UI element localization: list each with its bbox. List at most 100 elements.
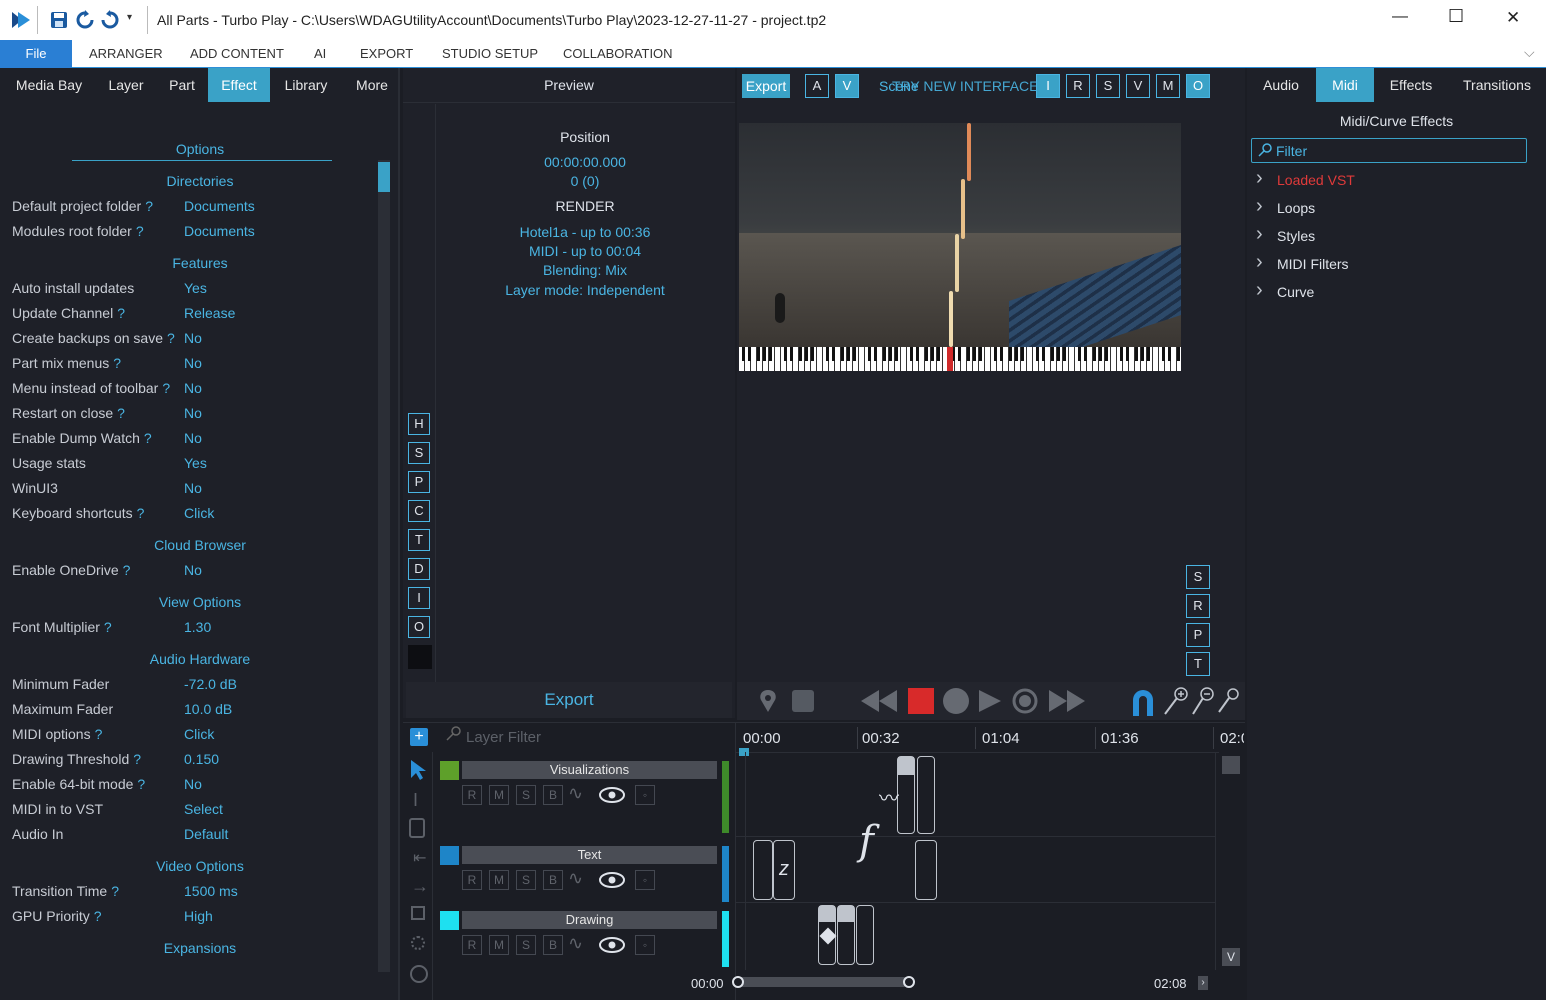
scroll-right-icon[interactable]: › [1198,976,1208,990]
option-value[interactable]: No [184,405,202,421]
visibility-eye-icon[interactable] [598,786,626,804]
track-button-r[interactable]: R [462,935,482,955]
undo-icon[interactable] [75,10,95,30]
save-icon[interactable] [50,11,68,29]
help-icon[interactable]: ? [136,223,144,239]
help-icon[interactable]: ? [123,562,131,578]
vertical-scroll-down[interactable]: V [1222,948,1240,966]
help-icon[interactable]: ? [167,330,175,346]
track-options-icon[interactable]: ◦ [635,785,655,805]
side-button-i[interactable]: I [408,587,430,609]
option-value[interactable]: Yes [184,455,207,471]
help-icon[interactable]: ? [162,380,170,396]
redo-icon[interactable] [100,10,120,30]
option-value[interactable]: No [184,562,202,578]
tab-effects[interactable]: Effects [1380,68,1442,102]
help-icon[interactable]: ? [137,776,145,792]
trim-tool-icon[interactable]: ⇤ [413,848,426,868]
right-button-r[interactable]: R [1186,594,1210,618]
track-color-swatch[interactable] [440,761,459,780]
preview-export-button[interactable]: Export [406,682,732,718]
visibility-eye-icon[interactable] [598,871,626,889]
expand-chevron-icon[interactable]: › [1256,223,1263,246]
tab-more[interactable]: More [344,68,400,102]
visibility-eye-icon[interactable] [598,936,626,954]
video-button-v[interactable]: V [835,74,859,98]
option-value[interactable]: Documents [184,223,255,239]
video-button-o[interactable]: O [1186,74,1210,98]
menu-collaboration[interactable]: COLLABORATION [563,46,673,61]
right-button-s[interactable]: S [1186,565,1210,589]
stop-button[interactable] [908,688,934,714]
track-color-swatch[interactable] [440,846,459,865]
tab-audio[interactable]: Audio [1251,68,1311,102]
menu-export[interactable]: EXPORT [360,46,413,61]
track-button-b[interactable]: B [543,935,563,955]
track-color-swatch[interactable] [440,911,459,930]
text-clip-z[interactable]: z [773,840,795,900]
help-icon[interactable]: ? [113,355,121,371]
video-button-a[interactable]: A [805,74,829,98]
track-options-icon[interactable]: ◦ [635,870,655,890]
tab-media-bay[interactable]: Media Bay [6,68,92,102]
render-line-1[interactable]: Hotel1a - up to 00:36 [437,224,733,240]
option-value[interactable]: No [184,380,202,396]
ribbon-collapse-icon[interactable]: ⌵ [1524,44,1535,61]
option-value[interactable]: Click [184,726,214,742]
filter-input[interactable]: Filter [1251,138,1527,163]
copy-tool-icon[interactable] [411,906,425,920]
piano-keyboard[interactable] [739,347,1181,371]
track-name[interactable]: Visualizations [462,761,717,779]
scrub-start-handle[interactable] [732,976,744,988]
side-button-t[interactable]: T [408,529,430,551]
marker-icon[interactable] [757,688,779,714]
record-tool-icon[interactable] [410,965,428,983]
option-value[interactable]: 10.0 dB [184,701,232,717]
maximize-button[interactable]: ☐ [1448,6,1464,27]
render-line-3[interactable]: Blending: Mix [437,262,733,278]
quick-access-dropdown-icon[interactable]: ▾ [127,12,132,23]
track-button-s[interactable]: S [516,785,536,805]
clip[interactable] [917,756,935,834]
video-export-button[interactable]: Export [742,74,790,98]
tab-transitions[interactable]: Transitions [1452,68,1542,102]
option-value[interactable]: 1.30 [184,619,211,635]
play-icon[interactable] [977,688,1003,714]
minimize-button[interactable]: — [1392,8,1408,26]
side-button-p[interactable]: P [408,471,430,493]
side-button-s[interactable]: S [408,442,430,464]
option-value[interactable]: Yes [184,280,207,296]
video-button-m[interactable]: M [1156,74,1180,98]
move-tool-icon[interactable]: → [411,876,429,897]
option-value[interactable]: Default [184,826,228,842]
help-icon[interactable]: ? [133,751,141,767]
clip[interactable] [897,756,915,834]
tree-item[interactable]: Styles [1277,228,1315,244]
file-menu[interactable]: File [0,40,72,68]
menu-studio-setup[interactable]: STUDIO SETUP [442,46,538,61]
help-icon[interactable]: ? [137,505,145,521]
help-icon[interactable]: ? [145,198,153,214]
waveform-icon[interactable]: ∿ [568,868,583,889]
help-icon[interactable]: ? [95,726,103,742]
tree-item[interactable]: MIDI Filters [1277,256,1349,272]
track-button-m[interactable]: M [489,785,509,805]
option-value[interactable]: Click [184,505,214,521]
video-button-i[interactable]: I [1036,74,1060,98]
color-swatch[interactable] [408,645,432,669]
video-frame[interactable] [739,123,1181,371]
expand-chevron-icon[interactable]: › [1256,195,1263,218]
scrub-range[interactable] [737,977,909,987]
track-name[interactable]: Drawing [462,911,717,929]
record-icon[interactable] [943,688,969,714]
expand-chevron-icon[interactable]: › [1256,167,1263,190]
track-button-s[interactable]: S [516,870,536,890]
track-button-b[interactable]: B [543,785,563,805]
right-button-t[interactable]: T [1186,652,1210,676]
clip[interactable] [753,840,773,900]
lasso-tool-icon[interactable] [411,936,425,950]
option-value[interactable]: Select [184,801,223,817]
render-line-4[interactable]: Layer mode: Independent [437,282,733,298]
side-button-d[interactable]: D [408,558,430,580]
expand-chevron-icon[interactable]: › [1256,279,1263,302]
